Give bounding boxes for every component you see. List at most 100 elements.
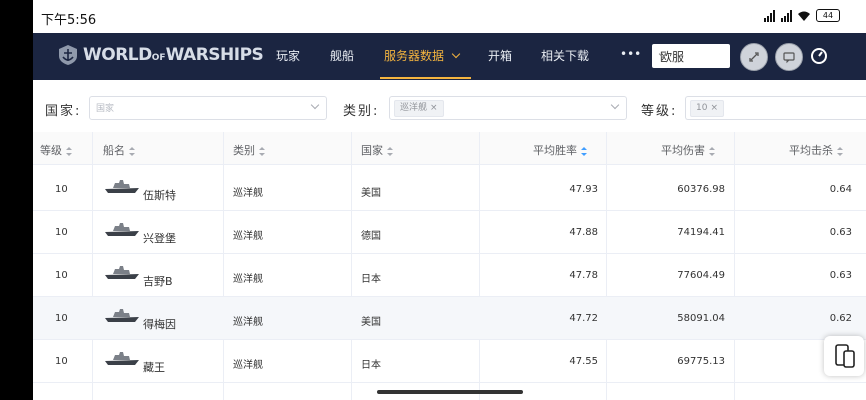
cell-type: 巡洋舰 — [233, 231, 263, 242]
cell-country: 美国 — [361, 317, 381, 328]
table-header: 等级 船名 类别 国家 平均胜率 平均伤害 平均击杀 — [33, 132, 866, 165]
ship-icon — [105, 223, 139, 236]
cell-type: 巡洋舰 — [233, 360, 263, 371]
anchor-shield-icon — [59, 45, 77, 65]
chevron-down-icon — [451, 49, 461, 59]
sort-icon[interactable] — [259, 146, 265, 156]
battery-icon: 44 — [816, 9, 840, 22]
type-label: 类别: — [343, 104, 380, 119]
nav-downloads[interactable]: 相关下载 — [541, 47, 589, 64]
cell-damage: 77604.49 — [677, 270, 725, 281]
link-icon — [749, 52, 759, 62]
header-level[interactable]: 等级 — [40, 142, 72, 158]
cell-level: 10 — [55, 270, 68, 281]
wifi-icon — [798, 11, 810, 21]
signal-icon — [764, 9, 775, 22]
app-screen: 下午5:56 44 WORLDOFWARSHIPS 玩家 舰船 服务器数据 开箱… — [33, 0, 866, 400]
cell-level: 10 — [55, 313, 68, 324]
header-damage[interactable]: 平均伤害 — [661, 142, 715, 158]
wows-logo[interactable]: WORLDOFWARSHIPS — [57, 44, 264, 66]
floating-action-button[interactable] — [824, 336, 864, 376]
nav-players[interactable]: 玩家 — [276, 47, 300, 64]
header-name[interactable]: 船名 — [103, 142, 135, 158]
level-select[interactable]: 10 × — [685, 96, 866, 120]
cell-country: 美国 — [361, 188, 381, 199]
filter-bar: 国家: 国家 类别: 巡洋舰 × 等级: 10 × — [33, 80, 866, 132]
cell-level: 10 — [55, 356, 68, 367]
table-row[interactable]: 10 伍斯特 巡洋舰 美国 47.93 60376.98 0.64 — [33, 168, 866, 211]
cell-damage: 74194.41 — [677, 227, 725, 238]
table-row[interactable]: 10 兴登堡 巡洋舰 德国 47.88 74194.41 0.63 — [33, 211, 866, 254]
cell-winrate: 47.93 — [569, 184, 598, 195]
cell-damage: 58091.04 — [677, 313, 725, 324]
message-button[interactable] — [775, 43, 803, 71]
cell-level: 10 — [55, 227, 68, 238]
sort-icon[interactable] — [581, 146, 587, 156]
cell-kills: 0.64 — [829, 184, 852, 195]
logo-text: WORLDOFWARSHIPS — [83, 45, 264, 65]
cell-type: 巡洋舰 — [233, 274, 263, 285]
ship-icon — [105, 266, 139, 279]
country-label: 国家: — [45, 104, 82, 119]
header-kills[interactable]: 平均击杀 — [789, 142, 843, 158]
nav-more[interactable]: ••• — [620, 47, 641, 61]
cell-ship-name: 吉野B — [143, 275, 173, 288]
signal-icon — [781, 9, 792, 22]
header-country[interactable]: 国家 — [361, 142, 393, 158]
table-row[interactable]: 10 吉野B 巡洋舰 日本 47.78 77604.49 0.63 — [33, 254, 866, 297]
type-tag[interactable]: 巡洋舰 × — [394, 100, 444, 117]
link-button[interactable] — [740, 43, 768, 71]
status-time: 下午5:56 — [41, 13, 97, 28]
header-type[interactable]: 类别 — [233, 142, 265, 158]
close-icon[interactable]: × — [430, 103, 438, 113]
message-icon — [783, 52, 795, 64]
chevron-down-icon — [610, 100, 620, 110]
nav-ships[interactable]: 舰船 — [330, 47, 354, 64]
status-bar: 下午5:56 44 — [33, 0, 866, 33]
nav-lootbox[interactable]: 开箱 — [488, 47, 512, 64]
cell-kills: 0.63 — [829, 227, 852, 238]
sort-icon[interactable] — [129, 146, 135, 156]
split-screen-icon — [835, 344, 855, 368]
home-indicator[interactable] — [377, 390, 523, 394]
nav-server-data[interactable]: 服务器数据 — [379, 47, 472, 79]
cell-winrate: 47.55 — [569, 356, 598, 367]
header-winrate[interactable]: 平均胜率 — [533, 142, 587, 158]
cell-damage: 69775.13 — [677, 356, 725, 367]
cell-ship-name: 藏王 — [143, 361, 165, 374]
table-row[interactable]: 10 得梅因 巡洋舰 美国 47.72 58091.04 0.62 — [33, 297, 866, 340]
cell-country: 日本 — [361, 274, 381, 285]
cell-kills: 0.63 — [829, 270, 852, 281]
cell-ship-name: 伍斯特 — [143, 189, 176, 202]
table-row[interactable]: 10 藏王 巡洋舰 日本 47.55 69775.13 — [33, 340, 866, 383]
cell-type: 巡洋舰 — [233, 188, 263, 199]
cell-country: 德国 — [361, 231, 381, 242]
cell-winrate: 47.78 — [569, 270, 598, 281]
level-label: 等级: — [641, 104, 678, 119]
gauge-icon[interactable] — [811, 48, 827, 64]
status-icons: 44 — [764, 9, 840, 22]
sort-icon[interactable] — [66, 146, 72, 156]
cell-ship-name: 兴登堡 — [143, 232, 176, 245]
server-select[interactable]: 欧服 — [652, 44, 730, 68]
cell-type: 巡洋舰 — [233, 317, 263, 328]
cell-country: 日本 — [361, 360, 381, 371]
level-tag[interactable]: 10 × — [690, 100, 724, 117]
type-select[interactable]: 巡洋舰 × — [389, 96, 627, 120]
ship-icon — [105, 180, 139, 193]
country-select[interactable]: 国家 — [89, 96, 327, 120]
ship-icon — [105, 309, 139, 322]
top-navigation: WORLDOFWARSHIPS 玩家 舰船 服务器数据 开箱 相关下载 ••• … — [33, 33, 866, 80]
cell-kills: 0.62 — [829, 313, 852, 324]
sort-icon[interactable] — [837, 146, 843, 156]
cell-level: 10 — [55, 184, 68, 195]
cell-winrate: 47.88 — [569, 227, 598, 238]
ship-icon — [105, 352, 139, 365]
country-placeholder: 国家 — [96, 104, 115, 114]
cell-ship-name: 得梅因 — [143, 318, 176, 331]
sort-icon[interactable] — [709, 146, 715, 156]
cell-damage: 60376.98 — [677, 184, 725, 195]
chevron-down-icon — [310, 100, 320, 110]
sort-icon[interactable] — [387, 146, 393, 156]
close-icon[interactable]: × — [710, 103, 718, 113]
